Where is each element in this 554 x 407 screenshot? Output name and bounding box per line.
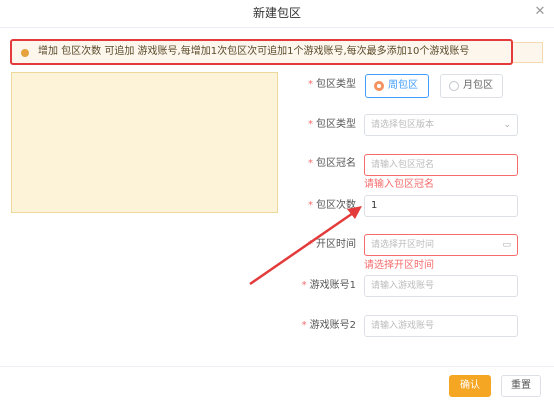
version-placeholder: 请选择包区版本 (371, 120, 435, 130)
open-time-picker[interactable]: 请选择开区时间 ▭ (364, 234, 518, 256)
version-label: * 包区类型 (308, 119, 356, 130)
close-icon[interactable]: ✕ (530, 2, 550, 22)
account1-placeholder: 请输入游戏账号 (371, 281, 435, 291)
account2-placeholder: 请输入游戏账号 (371, 321, 435, 331)
count-value: 1 (371, 200, 378, 211)
radio-month[interactable]: 月包区 (440, 74, 503, 98)
radio-week[interactable]: 周包区 (365, 74, 429, 98)
name-label: * 包区冠名 (308, 158, 356, 169)
calendar-icon: ▭ (502, 240, 511, 250)
account1-label: * 游戏账号1 (301, 280, 356, 291)
name-error: 请输入包区冠名 (364, 179, 434, 190)
account1-input[interactable]: 请输入游戏账号 (364, 275, 518, 297)
count-label: * 包区次数 (308, 200, 356, 211)
confirm-button[interactable]: 确认 (449, 375, 491, 397)
footer-divider (0, 366, 554, 367)
notice-bar: 增加 包区次数 可追加 游戏账号,每增加1次包区次可追加1个游戏账号,每次最多添… (10, 39, 513, 65)
warning-dot-icon (21, 49, 29, 57)
account2-label: * 游戏账号2 (301, 320, 356, 331)
chevron-down-icon: ⌄ (503, 120, 511, 130)
reset-button[interactable]: 重置 (501, 375, 541, 397)
name-placeholder: 请输入包区冠名 (371, 160, 435, 170)
open-time-label: * 开区时间 (308, 239, 356, 250)
radio-month-label: 月包区 (463, 80, 493, 91)
radio-week-circle (374, 81, 384, 91)
radio-month-circle (449, 81, 459, 91)
count-input[interactable]: 1 (364, 195, 518, 217)
notice-text: 增加 包区次数 可追加 游戏账号,每增加1次包区次可追加1个游戏账号,每次最多添… (38, 46, 470, 57)
open-time-placeholder: 请选择开区时间 (371, 240, 435, 250)
radio-week-label: 周包区 (388, 80, 418, 91)
version-select[interactable]: 请选择包区版本 ⌄ (364, 114, 518, 136)
mode-label: * 包区类型 (308, 79, 356, 90)
dialog-title: 新建包区 (252, 6, 301, 20)
account2-input[interactable]: 请输入游戏账号 (364, 315, 518, 337)
header-divider (0, 27, 554, 28)
create-zone-dialog: 新建包区 ✕ 增加 包区次数 可追加 游戏账号,每增加1次包区次可追加1个游戏账… (0, 0, 554, 407)
name-input[interactable]: 请输入包区冠名 (364, 154, 518, 176)
notice-bar-edge (513, 42, 543, 63)
preview-panel (11, 72, 278, 213)
open-time-error: 请选择开区时间 (364, 260, 434, 271)
